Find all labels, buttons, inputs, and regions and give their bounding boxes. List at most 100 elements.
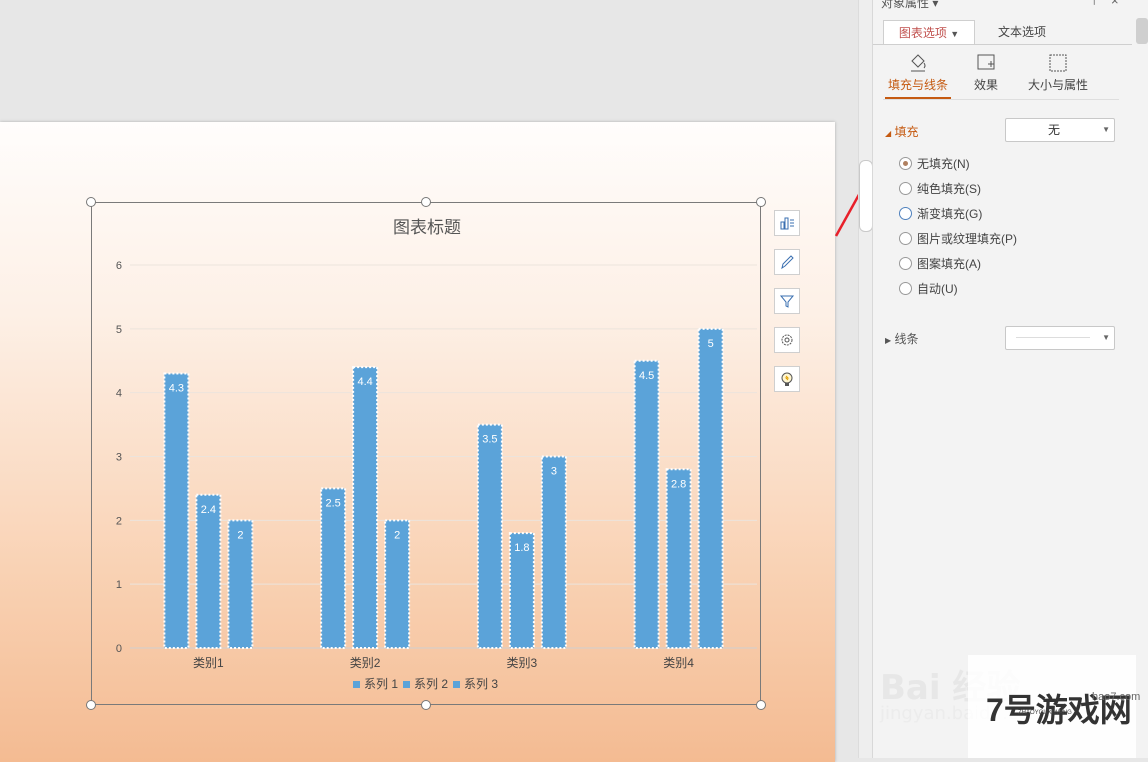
bar[interactable]: [163, 372, 190, 649]
radio-button[interactable]: [899, 257, 912, 271]
side-toolbar-button[interactable]: [1136, 18, 1148, 44]
fill-section-label: 填充: [894, 125, 919, 139]
fill-dropdown-value: 无: [1047, 123, 1060, 137]
radio-pattern-fill[interactable]: 图案填充(A): [899, 255, 981, 273]
chart-elements-button[interactable]: [774, 210, 800, 236]
stroke-section-label: 线条: [894, 332, 919, 346]
legend-marker: [353, 681, 360, 688]
effects-icon: [977, 54, 995, 70]
radio-solid-fill[interactable]: 纯色填充(S): [899, 180, 981, 198]
radio-label: 图片或纹理填充(P): [917, 232, 1017, 246]
chevron-down-icon: ▼: [950, 29, 960, 39]
category-label: 类别4: [663, 656, 694, 670]
chart-style-button[interactable]: [774, 249, 800, 275]
subtab-effects-label: 效果: [973, 78, 998, 92]
y-tick-label: 3: [116, 452, 122, 464]
legend-label: 系列 1: [364, 677, 398, 691]
data-label: 4.3: [169, 383, 184, 395]
y-tick-label: 6: [116, 260, 122, 272]
radio-button[interactable]: [899, 282, 912, 296]
fill-bucket-icon: [911, 54, 926, 72]
subtab-fill-line-label: 填充与线条: [885, 76, 951, 99]
data-label: 5: [708, 338, 714, 350]
subtab-fill-line[interactable]: 填充与线条: [885, 52, 951, 99]
expand-triangle-icon: ▶: [885, 336, 892, 345]
radio-label: 纯色填充(S): [917, 182, 981, 196]
dropdown-caret-icon: ▼: [1102, 333, 1110, 342]
radio-label: 渐变填充(G): [917, 207, 983, 221]
fill-dropdown[interactable]: 无 ▼: [1005, 118, 1115, 142]
chart-ideas-icon: [781, 372, 793, 386]
data-label: 2.5: [325, 497, 340, 509]
chart-ideas-button[interactable]: [774, 366, 800, 392]
radio-gradient-fill[interactable]: 渐变填充(G): [899, 205, 982, 223]
bar-chart[interactable]: 图表标题 0 1 2 3 4 5 6 4.3 2.4 2 2.5 4.4 2 3.5 1.8 3 4.5 2.8…: [0, 0, 858, 758]
pin-icon[interactable]: ⊤: [1089, 0, 1099, 8]
data-label: 2: [237, 529, 243, 541]
chart-title[interactable]: 图表标题: [393, 218, 461, 237]
stroke-dropdown[interactable]: ▼: [1005, 326, 1115, 350]
bar[interactable]: [476, 423, 503, 650]
radio-label: 自动(U): [917, 282, 958, 296]
category-label: 类别3: [507, 656, 538, 670]
fill-section-header[interactable]: ◢ 填充: [885, 123, 919, 140]
side-toolbar: [1132, 0, 1148, 758]
y-tick-label: 0: [116, 643, 122, 655]
bar[interactable]: [697, 327, 724, 649]
tab-divider: [873, 44, 1133, 45]
data-label: 3.5: [482, 434, 497, 446]
bar[interactable]: [195, 493, 222, 649]
radio-button[interactable]: [899, 157, 912, 171]
line-preview: [1016, 337, 1090, 338]
radio-label: 无填充(N): [917, 157, 970, 171]
stroke-section-header[interactable]: ▶ 线条: [885, 330, 919, 347]
data-label: 4.4: [357, 376, 372, 388]
data-label: 2: [394, 529, 400, 541]
bar[interactable]: [320, 487, 347, 649]
site-logo: 7号游戏网 ZHAOYOUXIWANG hao7.com: [968, 655, 1140, 758]
tab-chart-options[interactable]: 图表选项 ▼: [883, 20, 975, 45]
legend-label: 系列 3: [464, 677, 498, 691]
radio-picture-fill[interactable]: 图片或纹理填充(P): [899, 230, 1017, 248]
chart-elements-icon: [780, 217, 794, 230]
scrollbar-thumb[interactable]: [859, 160, 873, 232]
site-logo-domain: hao7.com: [1092, 691, 1141, 703]
panel-title: 对象属性 ▾: [881, 0, 939, 10]
radio-label: 图案填充(A): [917, 257, 981, 271]
category-label: 类别2: [350, 656, 381, 670]
bar[interactable]: [665, 468, 692, 649]
y-tick-label: 5: [116, 324, 122, 336]
radio-button[interactable]: [899, 182, 912, 196]
legend-marker: [403, 681, 410, 688]
close-icon[interactable]: ×: [1111, 0, 1119, 8]
bar[interactable]: [540, 455, 567, 649]
subtab-size-properties[interactable]: 大小与属性: [1023, 52, 1093, 93]
collapse-triangle-icon: ◢: [885, 129, 892, 138]
subtab-size-properties-label: 大小与属性: [1027, 78, 1088, 92]
chart-style-icon: [781, 255, 794, 270]
radio-auto-fill[interactable]: 自动(U): [899, 280, 958, 298]
y-tick-label: 4: [116, 388, 122, 400]
subtab-effects[interactable]: 效果: [969, 52, 1003, 93]
subtab-divider: [883, 99, 1119, 100]
chart-filter-button[interactable]: [774, 288, 800, 314]
tab-chart-options-label: 图表选项: [898, 26, 947, 40]
y-tick-label: 1: [116, 579, 122, 591]
y-tick-label: 2: [116, 515, 122, 527]
vertical-scrollbar[interactable]: [858, 0, 873, 758]
data-label: 2.4: [201, 504, 216, 516]
chart-settings-button[interactable]: [774, 327, 800, 353]
data-label: 4.5: [639, 370, 654, 382]
tab-text-options[interactable]: 文本选项: [983, 20, 1061, 44]
bar[interactable]: [352, 366, 379, 649]
radio-button[interactable]: [899, 232, 912, 246]
radio-no-fill[interactable]: 无填充(N): [899, 155, 970, 173]
data-label: 1.8: [514, 542, 529, 554]
dropdown-caret-icon: ▼: [1102, 125, 1110, 134]
radio-button[interactable]: [899, 207, 912, 221]
legend-label: 系列 2: [414, 677, 448, 691]
chart-filter-icon: [779, 295, 795, 308]
category-label: 类别1: [193, 656, 224, 670]
bar[interactable]: [633, 359, 660, 649]
property-panel: 对象属性 ▾ ⊤ × 图表选项 ▼ 文本选项 填充与线条 效果 大小与属性 ◢ …: [872, 0, 1133, 758]
